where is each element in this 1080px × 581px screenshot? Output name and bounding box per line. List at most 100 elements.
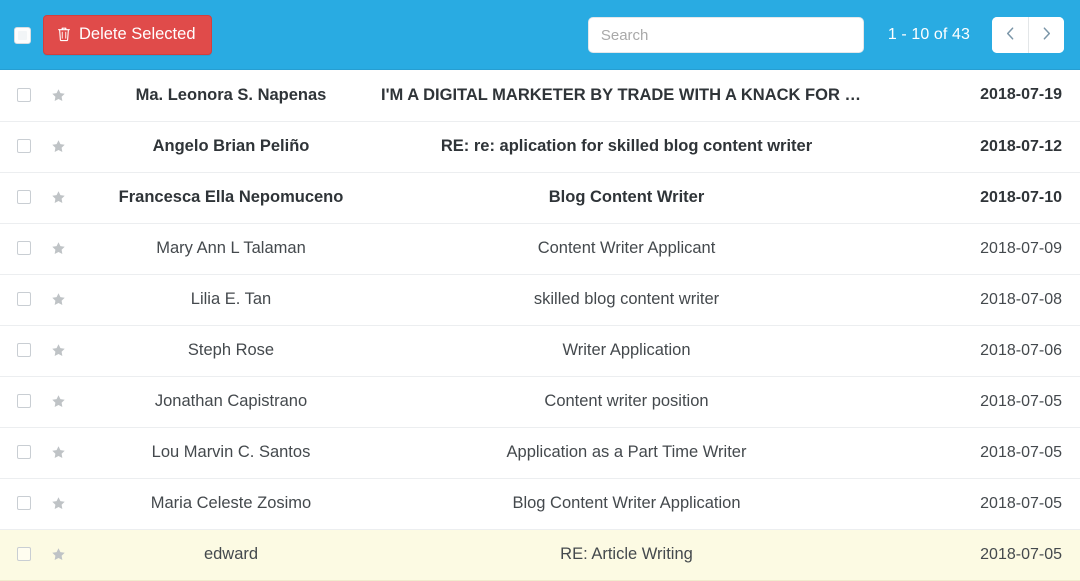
- toolbar-right-group: 1 - 10 of 43: [587, 17, 1064, 53]
- row-checkbox-cell: [0, 427, 51, 478]
- sender-name-cell: Mary Ann L Talaman: [81, 223, 381, 274]
- chevron-right-icon: [1040, 26, 1053, 44]
- message-date-cell: 2018-07-05: [872, 529, 1080, 580]
- message-date: 2018-07-19: [980, 86, 1062, 104]
- table-row[interactable]: Steph Rose Writer Application 2018-07-06: [0, 325, 1080, 376]
- message-subject: Blog Content Writer Application: [512, 494, 741, 512]
- row-star-cell: [51, 223, 81, 274]
- star-icon[interactable]: [51, 292, 66, 307]
- row-star-cell: [51, 121, 81, 172]
- star-icon[interactable]: [51, 343, 66, 358]
- message-subject: Writer Application: [562, 341, 691, 359]
- row-star-cell: [51, 376, 81, 427]
- message-date: 2018-07-05: [980, 443, 1062, 461]
- sender-name: Angelo Brian Peliño: [152, 137, 310, 155]
- message-subject-cell: Blog Content Writer: [381, 172, 872, 223]
- row-star-cell: [51, 70, 81, 121]
- table-row[interactable]: Angelo Brian Peliño RE: re: aplication fo…: [0, 121, 1080, 172]
- row-checkbox[interactable]: [17, 88, 31, 103]
- star-icon[interactable]: [51, 139, 66, 154]
- message-date: 2018-07-05: [980, 545, 1062, 563]
- row-checkbox-cell: [0, 121, 51, 172]
- delete-selected-label: Delete Selected: [79, 25, 196, 44]
- sender-name: Ma. Leonora S. Napenas: [135, 85, 327, 104]
- pagination-range-label: 1 - 10 of 43: [887, 26, 970, 43]
- table-row[interactable]: Ma. Leonora S. Napenas I'M A DIGITAL MARK…: [0, 70, 1080, 121]
- trash-icon: [57, 27, 71, 42]
- table-row[interactable]: edward RE: Article Writing 2018-07-05: [0, 529, 1080, 580]
- message-date-cell: 2018-07-19: [872, 70, 1080, 121]
- message-subject-cell: Writer Application: [381, 325, 872, 376]
- table-row[interactable]: Maria Celeste Zosimo Blog Content Writer …: [0, 478, 1080, 529]
- delete-selected-button[interactable]: Delete Selected: [43, 15, 212, 55]
- message-subject: Content writer position: [544, 392, 709, 410]
- message-date: 2018-07-05: [980, 494, 1062, 512]
- sender-name: Steph Rose: [187, 341, 275, 359]
- message-subject-cell: RE: re: aplication for skilled blog cont…: [381, 121, 872, 172]
- table-row[interactable]: Francesca Ella Nepomuceno Blog Content Wr…: [0, 172, 1080, 223]
- sender-name-cell: Lilia E. Tan: [81, 274, 381, 325]
- pagination-controls: [992, 17, 1064, 53]
- sender-name-cell: Jonathan Capistrano: [81, 376, 381, 427]
- message-subject: Application as a Part Time Writer: [506, 443, 747, 461]
- next-page-button[interactable]: [1028, 17, 1064, 53]
- row-star-cell: [51, 274, 81, 325]
- message-subject-cell: Content Writer Applicant: [381, 223, 872, 274]
- previous-page-button[interactable]: [992, 17, 1028, 53]
- toolbar: Delete Selected 1 - 10 of 43: [0, 0, 1080, 70]
- message-date: 2018-07-08: [980, 290, 1062, 308]
- sender-name: edward: [203, 545, 259, 563]
- message-table-body: Ma. Leonora S. Napenas I'M A DIGITAL MARK…: [0, 70, 1080, 580]
- sender-name: Lou Marvin C. Santos: [151, 443, 311, 461]
- toolbar-left-group: Delete Selected: [14, 15, 212, 55]
- row-star-cell: [51, 529, 81, 580]
- sender-name-cell: Ma. Leonora S. Napenas: [81, 70, 381, 121]
- row-checkbox-cell: [0, 70, 51, 121]
- row-checkbox-cell: [0, 223, 51, 274]
- table-row[interactable]: Lou Marvin C. Santos Application as a Par…: [0, 427, 1080, 478]
- sender-name-cell: Angelo Brian Peliño: [81, 121, 381, 172]
- star-icon[interactable]: [51, 241, 66, 256]
- table-row[interactable]: Lilia E. Tan skilled blog content writer 2…: [0, 274, 1080, 325]
- row-star-cell: [51, 478, 81, 529]
- star-icon[interactable]: [51, 88, 66, 103]
- row-star-cell: [51, 172, 81, 223]
- row-checkbox[interactable]: [17, 139, 31, 154]
- row-checkbox[interactable]: [17, 394, 31, 409]
- message-date: 2018-07-05: [980, 392, 1062, 410]
- search-input[interactable]: [587, 17, 864, 53]
- star-icon[interactable]: [51, 496, 66, 511]
- row-checkbox[interactable]: [17, 343, 31, 358]
- star-icon[interactable]: [51, 547, 66, 562]
- row-checkbox-cell: [0, 529, 51, 580]
- table-row[interactable]: Jonathan Capistrano Content writer positi…: [0, 376, 1080, 427]
- row-checkbox[interactable]: [17, 445, 31, 460]
- message-date-cell: 2018-07-09: [872, 223, 1080, 274]
- sender-name: Mary Ann L Talaman: [156, 239, 306, 257]
- message-date-cell: 2018-07-06: [872, 325, 1080, 376]
- message-date-cell: 2018-07-05: [872, 376, 1080, 427]
- message-table: Ma. Leonora S. Napenas I'M A DIGITAL MARK…: [0, 70, 1080, 581]
- row-checkbox-cell: [0, 325, 51, 376]
- row-checkbox[interactable]: [17, 547, 31, 562]
- row-checkbox[interactable]: [17, 292, 31, 307]
- sender-name-cell: Francesca Ella Nepomuceno: [81, 172, 381, 223]
- row-checkbox[interactable]: [17, 241, 31, 256]
- select-all-checkbox[interactable]: [14, 26, 31, 44]
- row-checkbox[interactable]: [17, 190, 31, 205]
- row-star-cell: [51, 325, 81, 376]
- message-list-app: Delete Selected 1 - 10 of 43: [0, 0, 1080, 581]
- message-subject: RE: re: aplication for skilled blog cont…: [440, 137, 813, 155]
- sender-name: Lilia E. Tan: [190, 290, 272, 308]
- message-date: 2018-07-09: [980, 239, 1062, 257]
- star-icon[interactable]: [51, 190, 66, 205]
- message-subject: I'M A DIGITAL MARKETER BY TRADE WITH A K…: [381, 85, 872, 104]
- message-subject-cell: I'M A DIGITAL MARKETER BY TRADE WITH A K…: [381, 70, 872, 121]
- row-checkbox[interactable]: [17, 496, 31, 511]
- star-icon[interactable]: [51, 445, 66, 460]
- table-row[interactable]: Mary Ann L Talaman Content Writer Applica…: [0, 223, 1080, 274]
- star-icon[interactable]: [51, 394, 66, 409]
- sender-name: Jonathan Capistrano: [154, 392, 308, 410]
- chevron-left-icon: [1004, 26, 1017, 44]
- message-date: 2018-07-12: [980, 137, 1062, 155]
